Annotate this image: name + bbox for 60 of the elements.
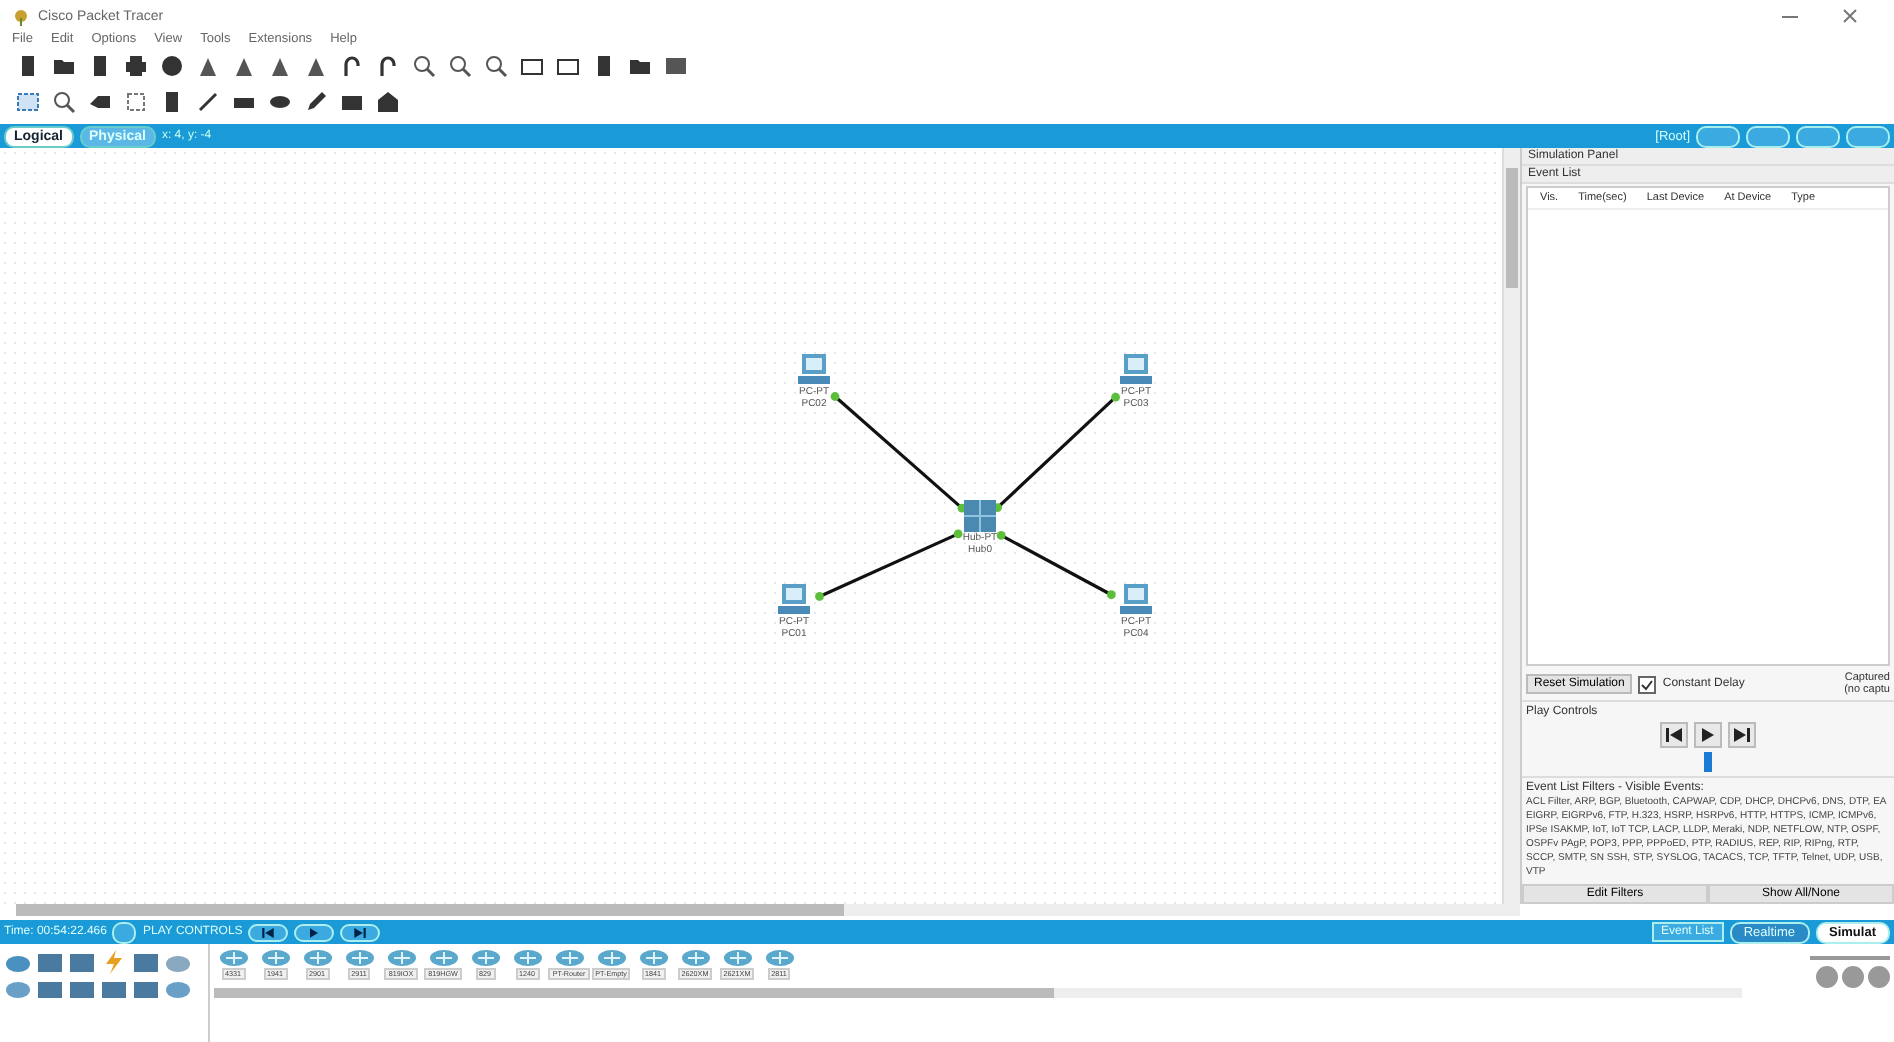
previous-icon bbox=[1666, 728, 1682, 742]
round-button[interactable] bbox=[1868, 966, 1890, 988]
redo-icon[interactable] bbox=[376, 54, 400, 78]
back-button[interactable] bbox=[1660, 722, 1688, 748]
round-button[interactable] bbox=[1816, 966, 1838, 988]
cloud-icon[interactable] bbox=[164, 950, 192, 974]
computer-icon[interactable] bbox=[1118, 584, 1154, 616]
pencil-icon[interactable] bbox=[304, 90, 328, 114]
router-icon[interactable] bbox=[4, 980, 32, 1000]
constant-delay-checkbox[interactable] bbox=[1638, 675, 1657, 693]
next-icon bbox=[1734, 728, 1750, 742]
router-icon[interactable] bbox=[511, 948, 543, 968]
play-button[interactable] bbox=[1694, 722, 1722, 748]
folder-icon[interactable] bbox=[52, 54, 76, 78]
folder-icon[interactable] bbox=[628, 54, 652, 78]
computer-icon[interactable] bbox=[1118, 354, 1154, 386]
cloud-icon[interactable] bbox=[164, 980, 192, 1000]
router-icon[interactable] bbox=[385, 948, 417, 968]
horizontal-scrollbar[interactable] bbox=[214, 988, 1742, 998]
computer-icon[interactable] bbox=[776, 584, 812, 616]
play-icon bbox=[310, 927, 319, 937]
close-icon[interactable] bbox=[1842, 8, 1858, 24]
forward-button[interactable] bbox=[1728, 722, 1756, 748]
play-button[interactable] bbox=[294, 923, 335, 941]
zoom-out-icon[interactable] bbox=[484, 54, 508, 78]
search-icon[interactable] bbox=[52, 90, 76, 114]
zoom-icon[interactable] bbox=[448, 54, 472, 78]
router-icon[interactable] bbox=[4, 950, 32, 974]
horizontal-scrollbar[interactable] bbox=[16, 904, 1520, 916]
previous-icon bbox=[262, 927, 275, 937]
line-icon[interactable] bbox=[196, 90, 220, 114]
network-link bbox=[993, 392, 1120, 512]
play-icon bbox=[1702, 728, 1714, 742]
back-button[interactable] bbox=[248, 923, 289, 941]
router-icon[interactable] bbox=[763, 948, 795, 968]
navigation-button[interactable] bbox=[1796, 125, 1840, 147]
speed-slider-thumb[interactable] bbox=[1704, 752, 1712, 772]
round-button[interactable] bbox=[1842, 966, 1864, 988]
router-icon[interactable] bbox=[553, 948, 585, 968]
router-icon[interactable] bbox=[637, 948, 669, 968]
navigation-button[interactable] bbox=[1746, 125, 1790, 147]
zoom-in-icon[interactable] bbox=[412, 54, 436, 78]
navigation-button[interactable] bbox=[1696, 125, 1740, 147]
router-icon[interactable] bbox=[679, 948, 711, 968]
forward-button[interactable] bbox=[340, 923, 381, 941]
ellipse-icon[interactable] bbox=[268, 90, 292, 114]
next-icon bbox=[354, 927, 367, 937]
router-icon[interactable] bbox=[595, 948, 627, 968]
undo-icon[interactable] bbox=[340, 54, 364, 78]
app-logo-icon bbox=[12, 7, 30, 25]
router-icon[interactable] bbox=[427, 948, 459, 968]
resize-icon[interactable] bbox=[124, 90, 148, 114]
computer-icon[interactable] bbox=[796, 354, 832, 386]
router-icon[interactable] bbox=[721, 948, 753, 968]
router-icon[interactable] bbox=[469, 948, 501, 968]
vertical-scrollbar[interactable] bbox=[1502, 148, 1520, 904]
select-icon[interactable] bbox=[16, 90, 40, 114]
clock-button[interactable] bbox=[112, 921, 137, 943]
navigation-button[interactable] bbox=[1846, 125, 1890, 147]
network-link bbox=[996, 531, 1116, 600]
